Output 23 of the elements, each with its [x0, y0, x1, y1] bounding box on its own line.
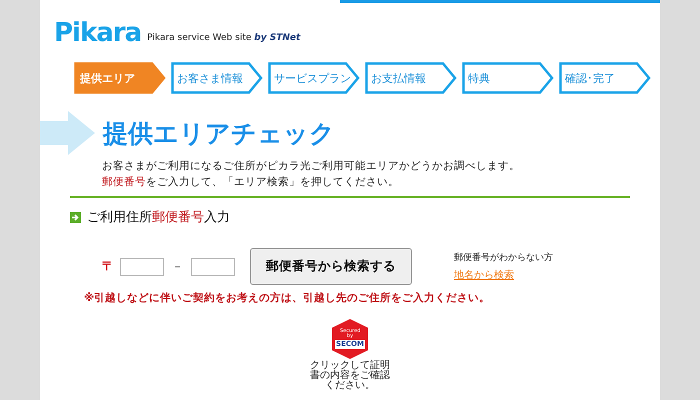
- section-heading: ご利用住所郵便番号入力: [87, 209, 230, 226]
- hint-text: 郵便番号がわからない方: [454, 252, 553, 264]
- step-tab[interactable]: お客さま情報: [171, 62, 263, 94]
- dash: －: [172, 259, 183, 274]
- seal-caption: クリックして証明書の内容をご確認ください。: [310, 361, 390, 391]
- intro-text: 郵便番号をご入力して、「エリア検索」を押してください。: [102, 175, 400, 190]
- step-tab[interactable]: サービスプラン: [268, 62, 360, 94]
- postal-mark: 〒: [102, 258, 114, 275]
- intro-text: お客さまがご利用になるご住所がピカラ光ご利用可能エリアかどうかお調べします。: [102, 159, 521, 174]
- place-search-link[interactable]: 地名から検索: [454, 268, 553, 282]
- step-tab[interactable]: お支払情報: [365, 62, 457, 94]
- step-tab[interactable]: 提供エリア: [74, 62, 166, 94]
- arrow-icon: [40, 111, 95, 155]
- site-tagline: Pikara service Web site by STNet: [147, 33, 300, 43]
- notice-text: ※引越しなどに伴いご契約をお考えの方は、引越し先のご住所をご入力ください。: [83, 290, 492, 305]
- page-title: 提供エリアチェック: [103, 118, 335, 150]
- pikara-logo: Pikara: [54, 20, 142, 46]
- postal-code-field[interactable]: [191, 258, 235, 276]
- step-tab[interactable]: 特典: [462, 62, 554, 94]
- step-tab[interactable]: 確認･完了: [559, 62, 651, 94]
- arrow-icon: [70, 212, 81, 222]
- search-button[interactable]: 郵便番号から検索する: [250, 248, 412, 285]
- postal-code-field[interactable]: [120, 258, 164, 276]
